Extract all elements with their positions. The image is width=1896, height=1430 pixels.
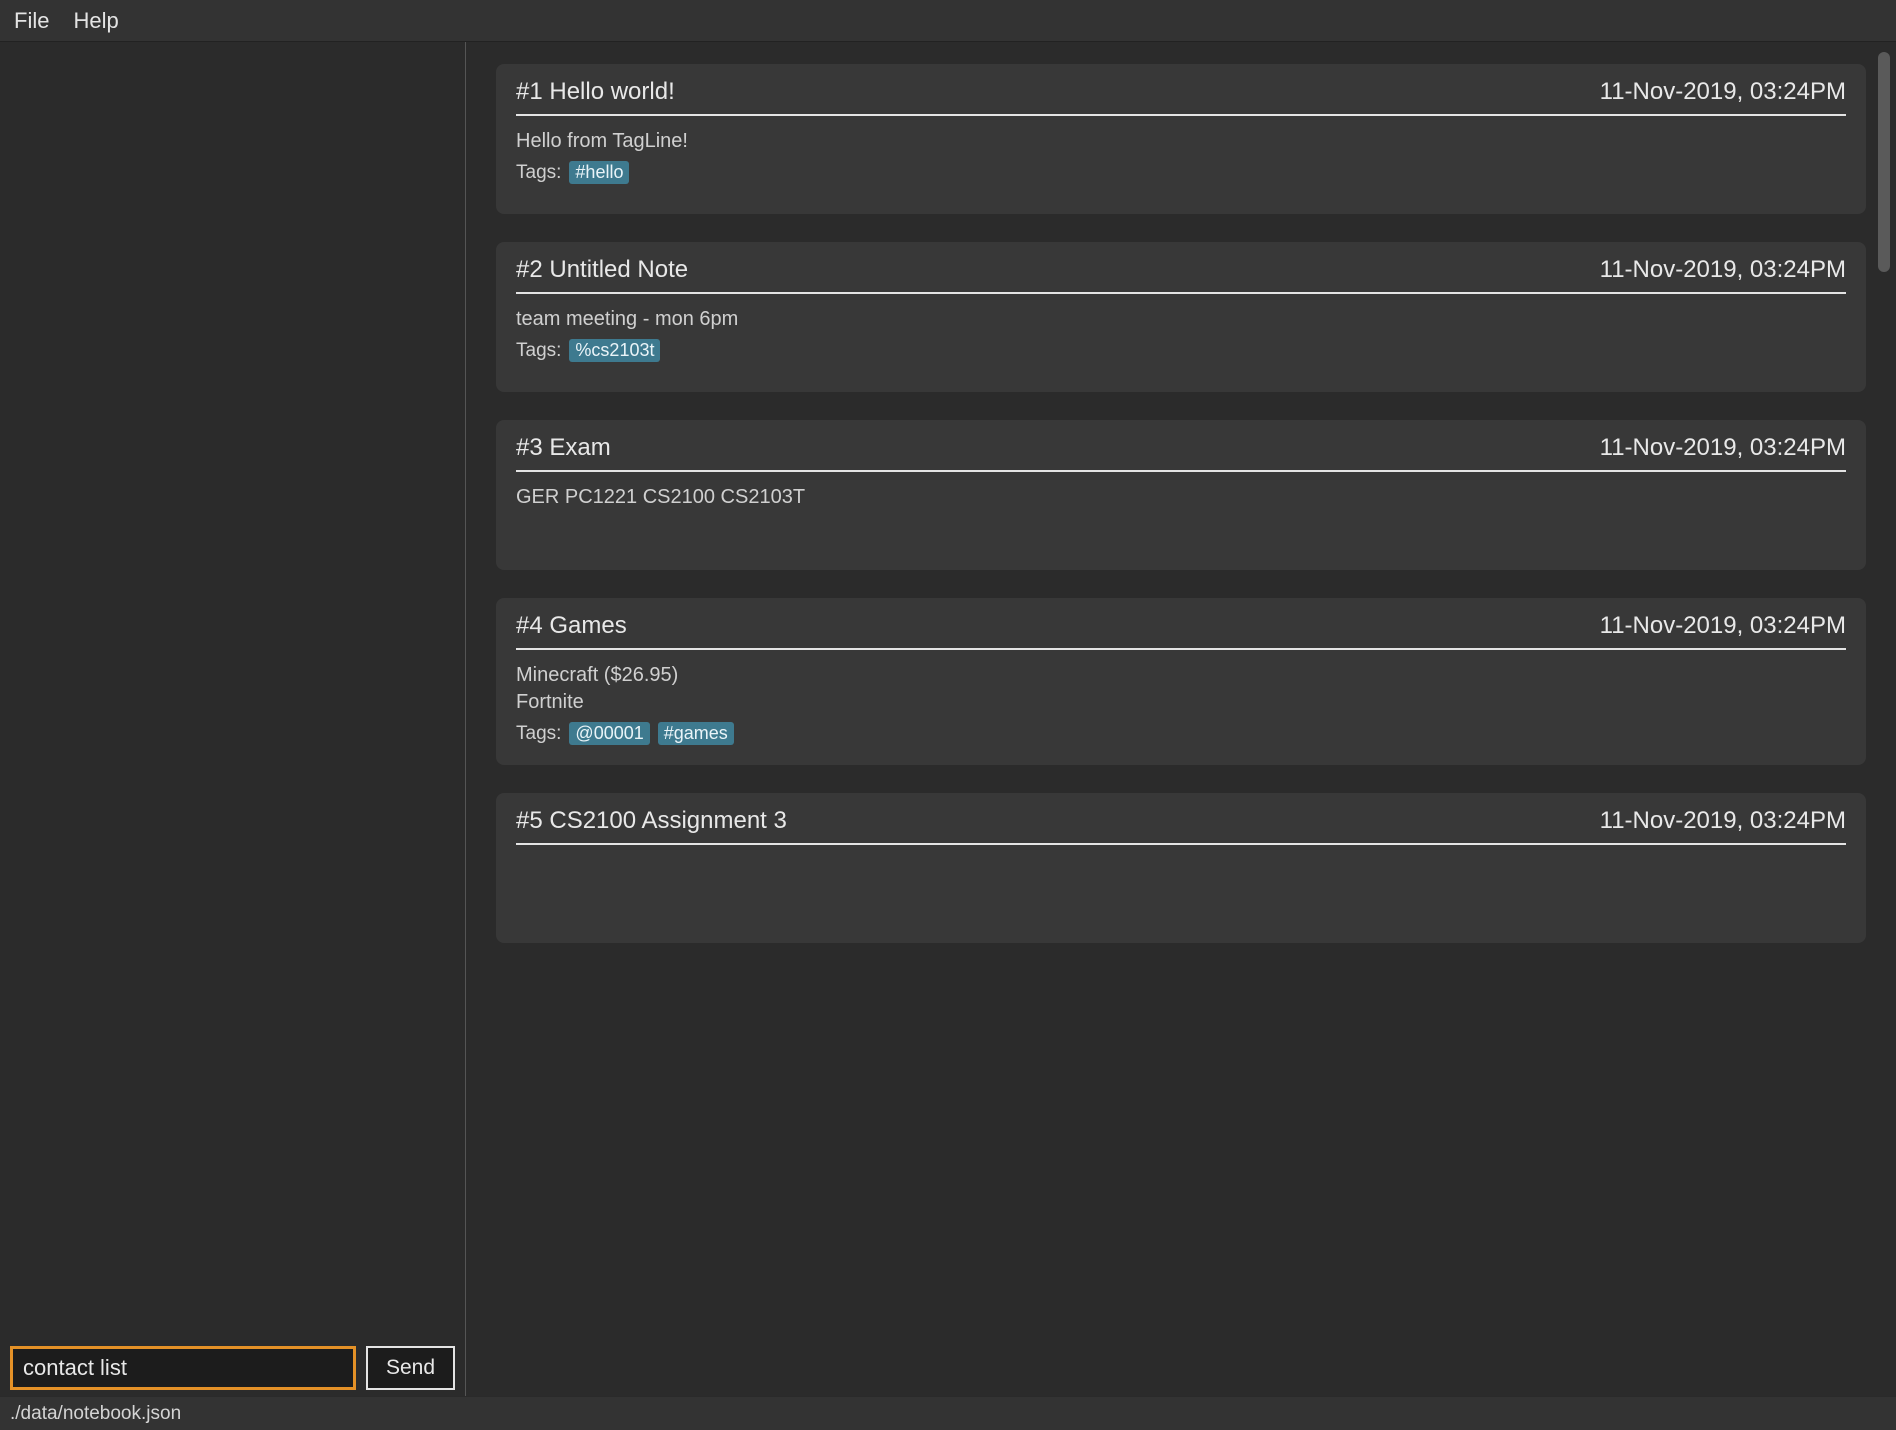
tags-label: Tags: [516,723,561,745]
command-input[interactable] [10,1346,356,1390]
note-divider [516,648,1846,650]
note-title: #3 Exam [516,434,611,462]
note-tags: Tags: @00001 #games [516,722,1846,745]
note-card[interactable]: #5 CS2100 Assignment 3 11-Nov-2019, 03:24… [496,793,1866,943]
scrollbar[interactable] [1876,52,1892,1386]
sidebar: Send [0,42,466,1396]
note-body: team meeting - mon 6pm [516,306,1846,333]
menu-file[interactable]: File [14,8,49,34]
tags-label: Tags: [516,340,561,362]
note-body: Minecraft ($26.95) Fortnite [516,662,1846,716]
note-card[interactable]: #3 Exam 11-Nov-2019, 03:24PM GER PC1221 CS… [496,420,1866,570]
note-card[interactable]: #2 Untitled Note 11-Nov-2019, 03:24PM team… [496,242,1866,392]
tag[interactable]: %cs2103t [569,339,660,362]
menubar: File Help [0,0,1896,42]
note-date: 11-Nov-2019, 03:24PM [1600,434,1846,462]
note-divider [516,114,1846,116]
note-date: 11-Nov-2019, 03:24PM [1600,612,1846,640]
note-card[interactable]: #4 Games 11-Nov-2019, 03:24PM Minecraft ($… [496,598,1866,765]
scrollbar-thumb[interactable] [1878,52,1890,272]
menu-help[interactable]: Help [73,8,118,34]
note-tags: Tags: %cs2103t [516,339,1846,362]
note-card[interactable]: #1 Hello world! 11-Nov-2019, 03:24PM Hello… [496,64,1866,214]
note-header: #2 Untitled Note 11-Nov-2019, 03:24PM [516,256,1846,288]
note-divider [516,470,1846,472]
note-body: GER PC1221 CS2100 CS2103T [516,484,1846,511]
note-date: 11-Nov-2019, 03:24PM [1600,256,1846,284]
note-header: #5 CS2100 Assignment 3 11-Nov-2019, 03:24… [516,807,1846,839]
tag[interactable]: @00001 [569,722,649,745]
note-title: #1 Hello world! [516,78,675,106]
send-button[interactable]: Send [366,1346,455,1390]
statusbar: ./data/notebook.json [0,1396,1896,1430]
note-title: #2 Untitled Note [516,256,688,284]
note-title: #5 CS2100 Assignment 3 [516,807,787,835]
notes-list[interactable]: #1 Hello world! 11-Nov-2019, 03:24PM Hello… [466,42,1896,1396]
tag[interactable]: #hello [569,161,629,184]
tag[interactable]: #games [658,722,734,745]
note-date: 11-Nov-2019, 03:24PM [1600,78,1846,106]
note-tags: Tags: #hello [516,161,1846,184]
note-divider [516,843,1846,845]
note-header: #3 Exam 11-Nov-2019, 03:24PM [516,434,1846,466]
note-divider [516,292,1846,294]
note-body: Hello from TagLine! [516,128,1846,155]
note-header: #4 Games 11-Nov-2019, 03:24PM [516,612,1846,644]
status-path: ./data/notebook.json [10,1403,181,1425]
note-title: #4 Games [516,612,627,640]
tags-label: Tags: [516,162,561,184]
note-header: #1 Hello world! 11-Nov-2019, 03:24PM [516,78,1846,110]
note-date: 11-Nov-2019, 03:24PM [1600,807,1846,835]
